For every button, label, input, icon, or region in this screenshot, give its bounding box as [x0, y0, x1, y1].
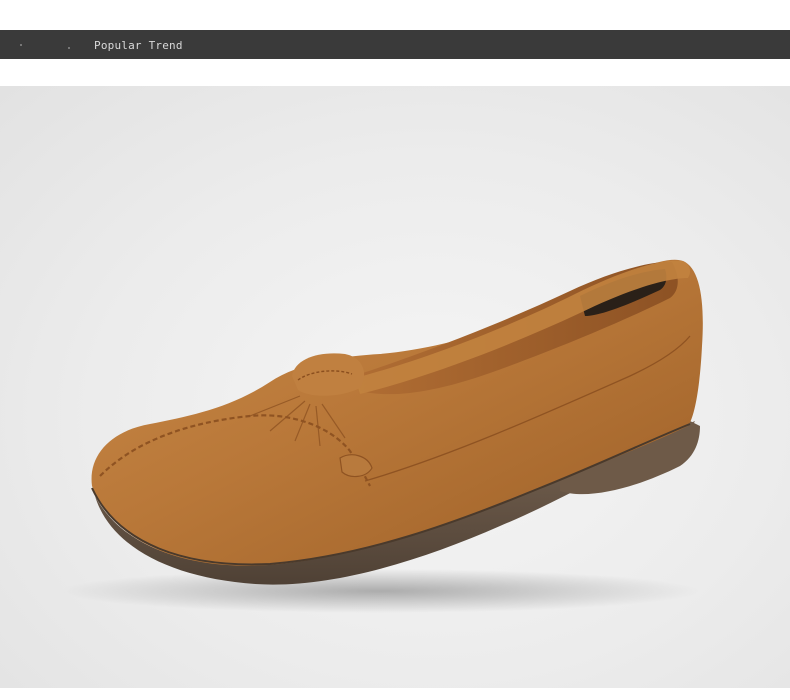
section-header-bar: Popular Trend	[0, 30, 790, 59]
product-photo	[0, 86, 790, 688]
dot-mark	[20, 44, 22, 46]
decorative-dots	[20, 44, 80, 50]
dot-mark	[68, 47, 70, 49]
loafer-shoe-illustration	[60, 259, 703, 613]
page: Popular Trend	[0, 0, 790, 700]
shoe-shadow	[60, 569, 700, 613]
shoe-vamp-tab	[292, 353, 365, 396]
section-title: Popular Trend	[94, 39, 183, 52]
